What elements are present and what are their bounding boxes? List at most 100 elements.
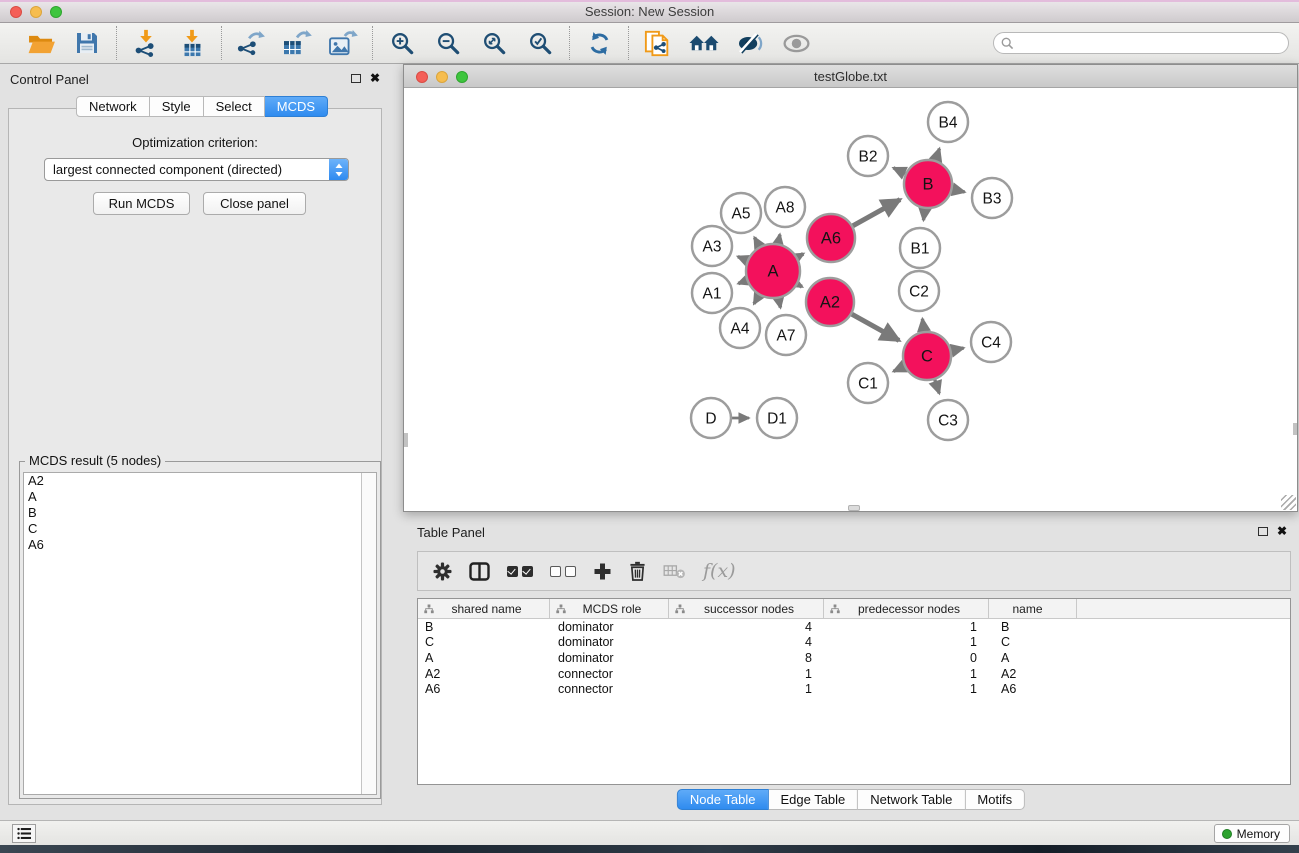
table-row[interactable]: Bdominator41B xyxy=(418,619,1290,635)
tab-mcds[interactable]: MCDS xyxy=(265,96,328,117)
table-panel-tabs: Node TableEdge TableNetwork TableMotifs xyxy=(677,789,1025,810)
tab-node-table[interactable]: Node Table xyxy=(677,789,769,810)
close-panel-icon[interactable]: ✖ xyxy=(370,73,380,83)
mcds-result-list[interactable]: A2ABCA6 xyxy=(23,472,377,795)
export-table-icon[interactable] xyxy=(281,27,313,59)
export-image-icon[interactable] xyxy=(327,27,359,59)
tab-edge-table[interactable]: Edge Table xyxy=(768,789,858,810)
graph-edge-B-B2[interactable] xyxy=(893,168,905,174)
result-item[interactable]: B xyxy=(24,505,376,521)
column-header-shared-name[interactable]: shared name xyxy=(418,599,550,618)
graph-edge-A-A5[interactable] xyxy=(755,238,760,247)
graph-edge-A-A7[interactable] xyxy=(779,298,781,307)
optimization-criterion-select[interactable]: largest connected component (directed) xyxy=(44,158,349,181)
table-row[interactable]: Cdominator41C xyxy=(418,635,1290,651)
zoom-selected-icon[interactable] xyxy=(524,27,556,59)
unchecked-boxes-icon[interactable] xyxy=(550,566,576,577)
graph-edge-A-A2[interactable] xyxy=(798,284,802,286)
graph-node-label: D xyxy=(705,411,716,428)
graph-edge-B-B4[interactable] xyxy=(936,149,940,161)
table-row[interactable]: A2connector11A2 xyxy=(418,666,1290,682)
optimization-criterion-label: Optimization criterion: xyxy=(9,135,381,150)
table-cell: 1 xyxy=(824,682,989,696)
column-header-MCDS-role[interactable]: MCDS role xyxy=(550,599,669,618)
result-item[interactable]: C xyxy=(24,521,376,537)
column-header-name[interactable]: name xyxy=(989,599,1077,618)
table-row[interactable]: Adominator80A xyxy=(418,650,1290,666)
graph-node-label: A8 xyxy=(776,200,795,217)
graph-edge-C-C1[interactable] xyxy=(893,366,904,371)
network-canvas[interactable]: AA1A2A3A4A5A6A7A8BB1B2B3B4CC1C2C3C4DD1 xyxy=(404,88,1297,511)
home-icon[interactable] xyxy=(688,27,720,59)
hide-graphics-icon[interactable] xyxy=(734,27,766,59)
table-row[interactable]: A6connector11A6 xyxy=(418,681,1290,697)
result-item[interactable]: A2 xyxy=(24,473,376,489)
control-panel-title: Control Panel xyxy=(10,72,89,87)
run-mcds-button[interactable]: Run MCDS xyxy=(93,192,190,215)
graph-node-label: C4 xyxy=(981,335,1001,352)
horizontal-scrollbar-thumb[interactable] xyxy=(848,505,860,511)
network-window-titlebar[interactable]: testGlobe.txt xyxy=(404,65,1297,88)
gear-icon[interactable] xyxy=(433,562,452,581)
import-network-icon[interactable] xyxy=(130,27,162,59)
graph-edge-B-B3[interactable] xyxy=(952,189,964,192)
tab-network[interactable]: Network xyxy=(76,96,150,117)
open-folder-icon[interactable] xyxy=(25,27,57,59)
graph-edge-A6-B[interactable] xyxy=(853,200,900,226)
result-item[interactable]: A6 xyxy=(24,537,376,553)
tab-select[interactable]: Select xyxy=(204,96,265,117)
task-history-button[interactable] xyxy=(12,824,36,843)
float-panel-icon[interactable] xyxy=(351,74,361,83)
graph-edge-A-A1[interactable] xyxy=(738,280,746,283)
trash-icon[interactable] xyxy=(629,561,646,581)
tab-motifs[interactable]: Motifs xyxy=(965,789,1025,810)
checked-boxes-icon[interactable] xyxy=(507,566,533,577)
import-table-icon[interactable] xyxy=(176,27,208,59)
graph-node-label: B xyxy=(922,176,933,194)
close-panel-button[interactable]: Close panel xyxy=(203,192,306,215)
graph-edge-C-C3[interactable] xyxy=(935,380,939,394)
graph-edge-A-A8[interactable] xyxy=(778,235,780,244)
close-panel-icon[interactable]: ✖ xyxy=(1277,526,1287,536)
column-header-predecessor-nodes[interactable]: predecessor nodes xyxy=(824,599,989,618)
table-cell: 1 xyxy=(669,682,824,696)
table-cell: A xyxy=(418,651,550,665)
zoom-in-icon[interactable] xyxy=(386,27,418,59)
eye-icon[interactable] xyxy=(780,27,812,59)
refresh-icon[interactable] xyxy=(583,27,615,59)
memory-button[interactable]: Memory xyxy=(1214,824,1290,843)
table-panel: Table Panel ✖ xyxy=(403,519,1299,820)
graph-edge-A-A3[interactable] xyxy=(738,257,747,261)
graph-edge-A2-C[interactable] xyxy=(852,314,899,340)
clone-network-icon[interactable] xyxy=(642,27,674,59)
table-cell: A2 xyxy=(418,667,550,681)
search-field[interactable] xyxy=(993,32,1289,54)
function-builder-icon: f(x) xyxy=(703,560,736,582)
graph-edge-A-A6[interactable] xyxy=(797,254,803,257)
column-header-successor-nodes[interactable]: successor nodes xyxy=(669,599,824,618)
memory-status-icon xyxy=(1222,829,1232,839)
zoom-fit-icon[interactable] xyxy=(478,27,510,59)
tab-network-table[interactable]: Network Table xyxy=(858,789,965,810)
graph-edge-C-C2[interactable] xyxy=(922,319,924,331)
vertical-scrollbar-thumb[interactable] xyxy=(404,433,408,447)
plus-icon[interactable] xyxy=(593,562,612,581)
graph-edge-C-C4[interactable] xyxy=(951,348,963,351)
vertical-scrollbar-thumb[interactable] xyxy=(1293,423,1297,435)
save-icon[interactable] xyxy=(71,27,103,59)
resize-grip[interactable] xyxy=(1281,495,1296,510)
graph-node-label: B4 xyxy=(939,115,958,132)
result-item[interactable]: A xyxy=(24,489,376,505)
scrollbar-track[interactable] xyxy=(361,473,376,794)
float-panel-icon[interactable] xyxy=(1258,527,1268,536)
graph-edge-B-B1[interactable] xyxy=(923,209,924,220)
search-input[interactable] xyxy=(1018,36,1268,50)
split-column-icon[interactable] xyxy=(469,562,490,581)
table-cell: C xyxy=(418,635,550,649)
table-cell: 4 xyxy=(669,635,824,649)
zoom-out-icon[interactable] xyxy=(432,27,464,59)
workspace: Control Panel ✖ NetworkStyleSelectMCDS O… xyxy=(0,64,1299,820)
tab-style[interactable]: Style xyxy=(150,96,204,117)
export-network-icon[interactable] xyxy=(235,27,267,59)
graph-edge-A-A4[interactable] xyxy=(754,295,759,304)
